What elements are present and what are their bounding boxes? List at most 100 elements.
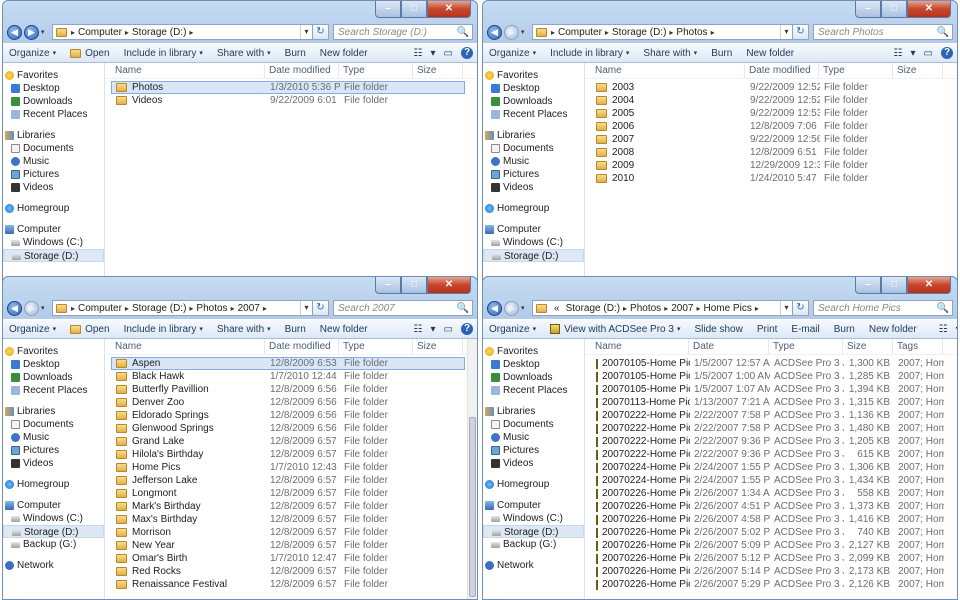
breadcrumb-photos[interactable]: Photos: [196, 303, 227, 314]
column-header-date[interactable]: Date: [689, 339, 769, 354]
help-icon[interactable]: ?: [941, 47, 953, 59]
folder-row[interactable]: Denver Zoo 12/8/2009 6:56 PM File folder: [111, 396, 465, 409]
folder-row[interactable]: Hilola's Birthday 12/8/2009 6:57 PM File f…: [111, 448, 465, 461]
nav-videos[interactable]: Videos: [483, 181, 584, 194]
nav-homegroup[interactable]: Homegroup: [483, 202, 584, 215]
nav-recent-places[interactable]: Recent Places: [3, 384, 104, 397]
help-icon[interactable]: ?: [461, 323, 473, 335]
maximize-button[interactable]: □: [401, 277, 427, 294]
address-bar[interactable]: « Storage (D:) ▸ Photos ▸ 2007 ▸ Home Pi…: [532, 300, 793, 316]
file-row[interactable]: 20070105-Home Pics-003 1/5/2007 1:07 AM AC…: [591, 383, 945, 396]
column-header-size[interactable]: Size: [413, 63, 463, 78]
folder-row[interactable]: Max's Birthday 12/8/2009 6:57 PM File fold…: [111, 513, 465, 526]
nav-homegroup[interactable]: Homegroup: [3, 202, 104, 215]
view-options-icon[interactable]: ☷: [894, 48, 903, 59]
file-row[interactable]: 20070226-Home Pics-016 2/26/2007 5:12 PM A…: [591, 552, 945, 565]
address-bar[interactable]: ▸ Computer ▸ Storage (D:) ▸ ▾: [52, 24, 313, 40]
file-row[interactable]: 20070224-Home Pics-010 2/24/2007 1:55 PM A…: [591, 474, 945, 487]
folder-row[interactable]: Jefferson Lake 12/8/2009 6:57 PM File fold…: [111, 474, 465, 487]
nav-desktop[interactable]: Desktop: [3, 358, 104, 371]
column-header-size[interactable]: Size: [413, 339, 463, 354]
minimize-button[interactable]: –: [855, 277, 881, 294]
nav-recent-places[interactable]: Recent Places: [483, 108, 584, 121]
column-header-type[interactable]: Type: [339, 339, 413, 354]
nav-pictures[interactable]: Pictures: [483, 444, 584, 457]
nav-music[interactable]: Music: [483, 155, 584, 168]
folder-row[interactable]: 2010 1/24/2010 5:47 PM File folder: [591, 172, 945, 185]
organize-menu[interactable]: Organize ▾: [489, 324, 536, 335]
chevron-down-icon[interactable]: ▾: [911, 48, 916, 59]
view-options-icon[interactable]: ☷: [414, 324, 423, 335]
column-header-size[interactable]: Size: [843, 339, 893, 354]
back-button[interactable]: ◀: [487, 24, 502, 40]
back-button[interactable]: ◀: [7, 24, 22, 40]
share-with-menu[interactable]: Share with ▾: [217, 48, 271, 59]
column-header-name[interactable]: Name: [585, 63, 745, 78]
folder-row[interactable]: 2005 9/22/2009 12:53 AM File folder: [591, 107, 945, 120]
file-row[interactable]: 20070226-Home Pics-014 2/26/2007 5:02 PM A…: [591, 526, 945, 539]
preview-pane-icon[interactable]: ▭: [924, 48, 933, 59]
address-dropdown-icon[interactable]: ▾: [780, 25, 792, 39]
breadcrumb-storage[interactable]: Storage (D:): [132, 303, 186, 314]
scrollbar-thumb[interactable]: [469, 417, 476, 597]
breadcrumb-2007[interactable]: 2007: [671, 303, 693, 314]
folder-row[interactable]: Mark's Birthday 12/8/2009 6:57 PM File fol…: [111, 500, 465, 513]
include-in-library-menu[interactable]: Include in library ▾: [550, 48, 629, 59]
burn-button[interactable]: Burn: [711, 48, 732, 59]
open-button[interactable]: Open: [70, 324, 110, 335]
nav-libraries[interactable]: Libraries: [3, 129, 104, 142]
new-folder-button[interactable]: New folder: [320, 48, 368, 59]
preview-pane-icon[interactable]: ▭: [444, 48, 453, 59]
help-icon[interactable]: ?: [461, 47, 473, 59]
file-row[interactable]: 20070222-Home Pics-008 2/22/2007 9:36 PM A…: [591, 448, 945, 461]
folder-row[interactable]: Renaissance Festival 12/8/2009 6:57 PM Fil…: [111, 578, 465, 591]
back-button[interactable]: ◀: [7, 300, 22, 316]
nav-computer[interactable]: Computer: [3, 499, 104, 512]
preview-pane-icon[interactable]: ▭: [444, 324, 453, 335]
file-row[interactable]: 20070222-Home Pics-006 2/22/2007 7:58 PM A…: [591, 422, 945, 435]
recent-pages-dropdown[interactable]: ▾: [521, 304, 529, 312]
file-row[interactable]: 20070226-Home Pics-017 2/26/2007 5:14 PM A…: [591, 565, 945, 578]
minimize-button[interactable]: –: [375, 1, 401, 18]
folder-row[interactable]: Longmont 12/8/2009 6:57 PM File folder: [111, 487, 465, 500]
nav-recent-places[interactable]: Recent Places: [3, 108, 104, 121]
nav-computer[interactable]: Computer: [483, 499, 584, 512]
folder-row[interactable]: Black Hawk 1/7/2010 12:44 PM File folder: [111, 370, 465, 383]
refresh-button[interactable]: ↻: [313, 300, 329, 316]
breadcrumb-storage[interactable]: Storage (D:): [566, 303, 620, 314]
chevron-down-icon[interactable]: ▾: [956, 324, 957, 335]
search-input[interactable]: Search Photos 🔍: [813, 24, 953, 40]
forward-button[interactable]: ▶: [504, 24, 519, 40]
folder-row[interactable]: Photos 1/3/2010 5:36 PM File folder: [111, 81, 465, 94]
nav-music[interactable]: Music: [3, 431, 104, 444]
breadcrumb-storage[interactable]: Storage (D:): [612, 27, 666, 38]
nav-favorites[interactable]: Favorites: [483, 345, 584, 358]
forward-button[interactable]: ▶: [504, 300, 519, 316]
open-button[interactable]: Open: [70, 48, 110, 59]
organize-menu[interactable]: Organize ▾: [9, 324, 56, 335]
burn-button[interactable]: Burn: [834, 324, 855, 335]
file-row[interactable]: 20070105-Home Pics-002 1/5/2007 1:00 AM AC…: [591, 370, 945, 383]
folder-row[interactable]: 2003 9/22/2009 12:52 AM File folder: [591, 81, 945, 94]
new-folder-button[interactable]: New folder: [869, 324, 917, 335]
nav-desktop[interactable]: Desktop: [483, 82, 584, 95]
column-header-tags[interactable]: Tags: [893, 339, 943, 354]
file-row[interactable]: 20070222-Home Pics-005 2/22/2007 7:58 PM A…: [591, 409, 945, 422]
folder-row[interactable]: Eldorado Springs 12/8/2009 6:56 PM File fo…: [111, 409, 465, 422]
folder-row[interactable]: Morrison 12/8/2009 6:57 PM File folder: [111, 526, 465, 539]
close-button[interactable]: ✕: [427, 277, 471, 294]
nav-documents[interactable]: Documents: [483, 142, 584, 155]
file-row[interactable]: 20070222-Home Pics-007 2/22/2007 9:36 PM A…: [591, 435, 945, 448]
nav-libraries[interactable]: Libraries: [483, 405, 584, 418]
include-in-library-menu[interactable]: Include in library ▾: [124, 324, 203, 335]
burn-button[interactable]: Burn: [285, 324, 306, 335]
close-button[interactable]: ✕: [907, 277, 951, 294]
nav-pictures[interactable]: Pictures: [3, 444, 104, 457]
nav-homegroup[interactable]: Homegroup: [483, 478, 584, 491]
nav-computer[interactable]: Computer: [3, 223, 104, 236]
chevron-down-icon[interactable]: ▾: [431, 48, 436, 59]
nav-videos[interactable]: Videos: [3, 457, 104, 470]
column-header-name[interactable]: Name: [585, 339, 689, 354]
share-with-menu[interactable]: Share with ▾: [643, 48, 697, 59]
file-row[interactable]: 20070224-Home Pics-009 2/24/2007 1:55 PM A…: [591, 461, 945, 474]
